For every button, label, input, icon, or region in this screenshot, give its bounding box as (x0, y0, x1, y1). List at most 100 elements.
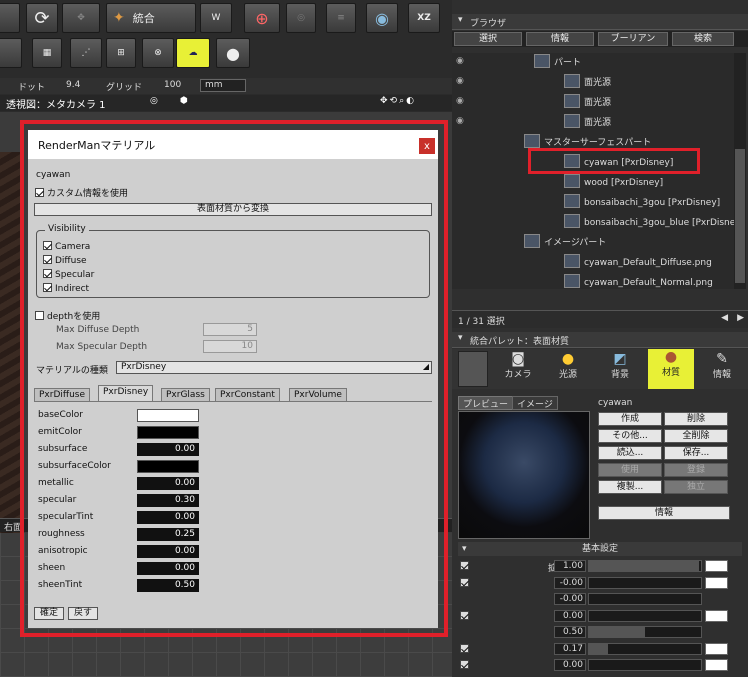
param-value[interactable]: 0.25 (137, 528, 199, 541)
tree-item[interactable]: cyawan_Default_Diffuse.png (564, 253, 712, 273)
param-value[interactable]: 0.00 (137, 511, 199, 524)
integrate-button[interactable]: ✦ 統合 (106, 3, 196, 33)
tab-camera[interactable]: ◙ カメラ (498, 351, 538, 387)
material-type-select[interactable]: PxrDisney ◢ (116, 361, 432, 374)
param-value[interactable]: 0.00 (137, 443, 199, 456)
browser-menu-search[interactable]: 検索 (672, 32, 734, 46)
image-tab[interactable]: イメージ (512, 396, 558, 410)
palette-button[interactable]: 作成 (598, 412, 662, 426)
max-specular-input[interactable]: 10 (203, 340, 257, 353)
surface-row-color-swatch[interactable] (705, 659, 728, 671)
depth-checkbox[interactable] (35, 311, 44, 320)
depth-row[interactable]: depthを使用 (35, 309, 100, 322)
tree-item[interactable]: 面光源 (564, 93, 611, 113)
surface-row-color-swatch[interactable] (705, 642, 728, 655)
prev-arrow-icon[interactable]: ◀ (721, 313, 728, 323)
back-button[interactable]: 戻す (68, 607, 98, 620)
toolbar2-button-1[interactable] (0, 38, 22, 68)
palette-button[interactable]: 全削除 (664, 429, 728, 443)
tree-item[interactable]: cyawan_Default_Normal.png (564, 273, 713, 289)
toolbar-button-1[interactable] (0, 3, 20, 33)
tree-scrollbar[interactable] (734, 53, 746, 289)
custom-info-row[interactable]: カスタム情報を使用 (35, 186, 128, 199)
object-icon[interactable] (458, 351, 488, 387)
surface-row-value[interactable]: 0.50 (554, 626, 586, 638)
surface-row-color-swatch[interactable] (705, 609, 728, 622)
browser-menu-boolean[interactable]: ブーリアン (598, 32, 668, 46)
surface-row-value[interactable]: -0.00 (554, 576, 586, 589)
next-arrow-icon[interactable]: ▶ (737, 313, 744, 323)
ok-button[interactable]: 確定 (34, 607, 64, 620)
param-value[interactable]: 0.00 (137, 545, 199, 558)
refresh-icon[interactable]: ⟳ (26, 3, 58, 33)
surface-row-slider[interactable] (588, 642, 702, 655)
surface-row-value[interactable]: 0.17 (554, 642, 586, 655)
browser-menu-info[interactable]: 情報 (526, 32, 594, 46)
tab-light[interactable]: ● 光源 (548, 351, 588, 387)
xz-button[interactable]: XZ (408, 3, 440, 33)
surface-row-value[interactable]: 0.00 (554, 609, 586, 622)
tree-item[interactable]: パート (534, 53, 581, 73)
palette-info-button[interactable]: 情報 (598, 506, 730, 520)
surface-row-checkbox[interactable] (460, 643, 469, 653)
tab-pxrdiffuse[interactable]: PxrDiffuse (34, 388, 91, 402)
palette-button[interactable]: 読込... (598, 446, 662, 460)
palette-button[interactable]: 独立 (664, 480, 728, 494)
points-icon[interactable]: ⋰ (70, 38, 102, 68)
param-color-swatch[interactable] (137, 409, 199, 422)
camera-checkbox[interactable] (43, 241, 52, 250)
cube-icon[interactable]: ⬢ (180, 96, 188, 106)
browser-menu-select[interactable]: 選択 (454, 32, 522, 46)
wireframe-icon[interactable]: W (200, 3, 232, 33)
indirect-checkbox[interactable] (43, 283, 52, 292)
tab-info[interactable]: ✎ 情報 (702, 351, 742, 387)
palette-button[interactable]: 削除 (664, 412, 728, 426)
grid-icon[interactable]: ▦ (32, 38, 62, 68)
eye-icon[interactable]: ◉ (456, 96, 464, 106)
surface-row-slider[interactable] (588, 626, 702, 638)
surface-row-value[interactable]: 0.00 (554, 659, 586, 671)
visibility-specular[interactable]: Specular (43, 269, 94, 280)
param-value[interactable]: 0.00 (137, 477, 199, 490)
unit-select[interactable]: mm (200, 79, 246, 92)
tree-item[interactable]: bonsaibachi_3gou_blue [PxrDisney] (564, 213, 734, 233)
surface-row-color-swatch[interactable] (705, 560, 728, 572)
palette-button[interactable]: 保存... (664, 446, 728, 460)
tree-item[interactable]: bonsaibachi_3gou [PxrDisney] (564, 193, 720, 213)
palette-button[interactable]: 使用 (598, 463, 662, 477)
specular-checkbox[interactable] (43, 269, 52, 278)
view-label[interactable]: 透視図：メタカメラ 1 (6, 96, 106, 111)
surface-row-checkbox[interactable] (460, 610, 469, 620)
tab-material[interactable]: ● 材質 (648, 349, 694, 389)
surface-row-value[interactable]: 1.00 (554, 560, 586, 572)
surface-row-value[interactable]: -0.00 (554, 593, 586, 605)
surface-row-color-swatch[interactable] (705, 576, 728, 589)
param-color-swatch[interactable] (137, 460, 199, 473)
convert-button[interactable]: 表面材質から変換 (34, 203, 432, 216)
render-sphere-icon[interactable]: ● (216, 38, 250, 68)
tab-pxrvolume[interactable]: PxrVolume (289, 388, 347, 402)
visibility-indirect[interactable]: Indirect (43, 283, 89, 294)
tree-item[interactable]: wood [PxrDisney] (564, 173, 663, 193)
param-value[interactable]: 0.00 (137, 562, 199, 575)
eye-icon[interactable]: ◉ (456, 76, 464, 86)
palette-button[interactable]: 登録 (664, 463, 728, 477)
sphere-grid-icon[interactable]: ⊗ (142, 38, 174, 68)
param-color-swatch[interactable] (137, 426, 199, 439)
tree-item[interactable]: 面光源 (564, 113, 611, 133)
close-button[interactable]: x (419, 138, 435, 154)
sculpt-icon[interactable]: ☁ (176, 38, 210, 68)
surface-row-slider[interactable] (588, 609, 702, 622)
palette-button[interactable]: その他... (598, 429, 662, 443)
param-value[interactable]: 0.50 (137, 579, 199, 592)
tab-pxrglass[interactable]: PxrGlass (161, 388, 210, 402)
collapse-icon[interactable]: ▾ (458, 15, 463, 25)
custom-info-checkbox[interactable] (35, 188, 44, 197)
tab-background[interactable]: ◩ 背景 (600, 351, 640, 387)
tree-item[interactable]: イメージパート (524, 233, 606, 253)
section-collapse-icon[interactable]: ▾ (462, 542, 467, 556)
mesh-icon[interactable]: ⊞ (106, 38, 136, 68)
surface-row-slider[interactable] (588, 560, 702, 572)
surface-row-checkbox[interactable] (460, 660, 469, 669)
eye-icon[interactable]: ◉ (456, 116, 464, 126)
